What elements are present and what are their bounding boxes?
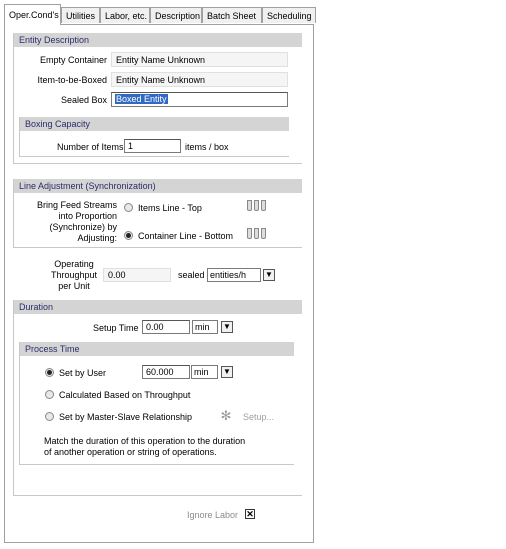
item-to-be-boxed-value: Entity Name Unknown xyxy=(111,72,288,87)
setup-time-input[interactable]: 0.00 xyxy=(142,320,190,334)
tab-scheduling[interactable]: Scheduling xyxy=(262,7,316,23)
tab-description[interactable]: Description xyxy=(150,7,202,23)
entity-description-header: Entity Description xyxy=(14,33,302,47)
set-by-user-label: Set by User xyxy=(59,368,107,378)
master-slave-radio[interactable] xyxy=(45,412,54,421)
line-adjustment-header: Line Adjustment (Synchronization) xyxy=(14,179,302,193)
throughput-sealed-label: sealed xyxy=(178,270,205,280)
gear-icon[interactable]: ✻ xyxy=(219,409,233,423)
tab-labor[interactable]: Labor, etc. xyxy=(100,7,150,23)
sealed-box-label: Sealed Box xyxy=(60,95,107,105)
throughput-unit-dropdown-icon[interactable]: ▼ xyxy=(263,269,275,281)
set-by-user-radio[interactable] xyxy=(45,368,54,377)
throughput-label: Operating Throughput per Unit xyxy=(50,259,98,291)
empty-container-label: Empty Container xyxy=(39,55,107,65)
calculated-throughput-radio[interactable] xyxy=(45,390,54,399)
number-of-items-input[interactable]: 1 xyxy=(124,139,181,153)
sealed-box-input[interactable]: Boxed Entity xyxy=(111,92,288,107)
tab-oper-conds[interactable]: Oper.Cond's xyxy=(4,4,61,25)
process-time-header: Process Time xyxy=(20,342,294,356)
item-to-be-boxed-label: Item-to-be-Boxed xyxy=(37,75,107,85)
items-line-radio[interactable] xyxy=(124,203,133,212)
ignore-label: Ignore Labor xyxy=(187,510,239,520)
duration-header: Duration xyxy=(14,300,302,314)
match-duration-text: Match the duration of this operation to … xyxy=(44,436,246,457)
line-adjustment-description: Bring Feed Streams into Proportion (Sync… xyxy=(36,200,117,243)
setup-time-unit-select[interactable]: min xyxy=(192,320,218,334)
calculated-throughput-label: Calculated Based on Throughput xyxy=(59,390,191,400)
throughput-value: 0.00 xyxy=(103,268,171,282)
tab-batch-sheet[interactable]: Batch Sheet xyxy=(202,7,262,23)
throughput-unit-select[interactable]: entities/h xyxy=(207,268,261,282)
master-slave-label: Set by Master-Slave Relationship xyxy=(59,412,193,422)
container-line-radio[interactable] xyxy=(124,231,133,240)
process-time-unit-select[interactable]: min xyxy=(191,365,218,379)
container-line-stream-icon xyxy=(247,228,271,240)
boxing-capacity-header: Boxing Capacity xyxy=(20,117,289,131)
number-of-items-label: Number of Items xyxy=(57,142,124,152)
items-per-box-unit: items / box xyxy=(185,142,229,152)
setup-button[interactable]: Setup... xyxy=(243,412,274,422)
sealed-box-value: Boxed Entity xyxy=(115,94,168,104)
tab-utilities[interactable]: Utilities xyxy=(61,7,100,23)
items-line-label: Items Line - Top xyxy=(138,203,202,213)
process-time-input[interactable]: 60.000 xyxy=(142,365,190,379)
ignore-checkbox[interactable]: ✕ xyxy=(245,509,255,519)
setup-time-unit-dropdown-icon[interactable]: ▼ xyxy=(221,321,233,333)
setup-time-label: Setup Time xyxy=(93,323,139,333)
empty-container-value: Entity Name Unknown xyxy=(111,52,288,67)
process-time-unit-dropdown-icon[interactable]: ▼ xyxy=(221,366,233,378)
container-line-label: Container Line - Bottom xyxy=(138,231,234,241)
items-line-stream-icon xyxy=(247,200,271,212)
